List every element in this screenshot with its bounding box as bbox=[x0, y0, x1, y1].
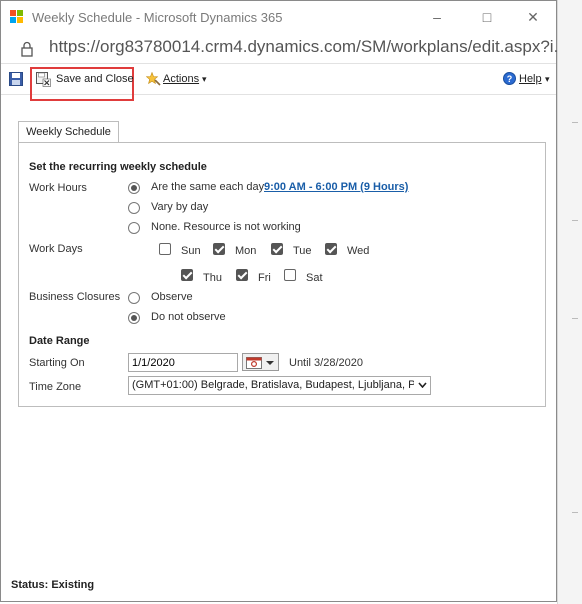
day-label-sat: Sat bbox=[306, 272, 323, 284]
address-bar: https://org83780014.crm4.dynamics.com/SM… bbox=[1, 33, 568, 63]
save-icon[interactable] bbox=[9, 72, 23, 86]
closures-do-not-observe-label: Do not observe bbox=[151, 311, 226, 323]
chevron-down-icon bbox=[418, 382, 427, 388]
help-label: Help bbox=[519, 73, 542, 85]
microsoft-logo-icon bbox=[10, 10, 24, 24]
until-text: Until 3/28/2020 bbox=[289, 357, 363, 369]
starting-on-label: Starting On bbox=[29, 357, 85, 369]
title-bar: Weekly Schedule - Microsoft Dynamics 365… bbox=[1, 1, 556, 33]
day-label-wed: Wed bbox=[347, 245, 370, 257]
day-checkbox-sat[interactable] bbox=[284, 269, 296, 281]
day-label-thu: Thu bbox=[203, 272, 222, 284]
day-checkbox-sun[interactable] bbox=[159, 243, 171, 255]
lock-icon bbox=[21, 41, 33, 57]
minimize-button[interactable]: – bbox=[419, 5, 455, 29]
day-label-fri: Fri bbox=[258, 272, 271, 284]
day-checkbox-tue[interactable] bbox=[271, 243, 283, 255]
svg-text:?: ? bbox=[507, 74, 513, 84]
dialog-window: Weekly Schedule - Microsoft Dynamics 365… bbox=[0, 0, 568, 602]
tab-weekly-schedule[interactable]: Weekly Schedule bbox=[18, 121, 119, 143]
save-close-icon bbox=[36, 72, 51, 87]
date-range-title: Date Range bbox=[29, 335, 90, 347]
maximize-button[interactable]: □ bbox=[469, 5, 505, 29]
actions-icon bbox=[146, 72, 161, 86]
command-bar: Save and Close Actions ▾ ? Help ▾ bbox=[1, 63, 556, 101]
work-hours-vary-label: Vary by day bbox=[151, 201, 209, 213]
work-hours-same-label: Are the same each day bbox=[151, 181, 265, 193]
help-icon: ? bbox=[503, 72, 516, 85]
work-hours-none-radio[interactable] bbox=[128, 222, 140, 234]
work-days-label: Work Days bbox=[29, 243, 83, 255]
calendar-icon bbox=[246, 357, 274, 369]
closures-observe-radio[interactable] bbox=[128, 292, 140, 304]
chevron-down-icon: ▾ bbox=[545, 74, 550, 84]
work-hours-none-label: None. Resource is not working bbox=[151, 221, 301, 233]
closures-do-not-observe-radio[interactable] bbox=[128, 312, 140, 324]
starting-on-input[interactable] bbox=[128, 353, 238, 372]
close-button[interactable]: ✕ bbox=[515, 5, 551, 29]
calendar-picker-button[interactable] bbox=[242, 353, 279, 371]
day-label-tue: Tue bbox=[293, 245, 312, 257]
chevron-down-icon: ▾ bbox=[202, 74, 207, 84]
day-checkbox-thu[interactable] bbox=[181, 269, 193, 281]
url-text[interactable]: https://org83780014.crm4.dynamics.com/SM… bbox=[49, 37, 568, 57]
closures-observe-label: Observe bbox=[151, 291, 193, 303]
window-title: Weekly Schedule - Microsoft Dynamics 365 bbox=[32, 10, 283, 25]
day-label-sun: Sun bbox=[181, 245, 201, 257]
day-label-mon: Mon bbox=[235, 245, 257, 257]
day-checkbox-mon[interactable] bbox=[213, 243, 225, 255]
work-hours-same-radio[interactable] bbox=[128, 182, 140, 194]
background-window-edge bbox=[557, 0, 582, 604]
day-checkbox-wed[interactable] bbox=[325, 243, 337, 255]
section-title: Set the recurring weekly schedule bbox=[29, 161, 207, 173]
work-hours-vary-radio[interactable] bbox=[128, 202, 140, 214]
time-zone-label: Time Zone bbox=[29, 381, 82, 393]
work-hours-label: Work Hours bbox=[29, 182, 87, 194]
work-hours-link[interactable]: 9:00 AM - 6:00 PM (9 Hours) bbox=[264, 181, 408, 193]
actions-label: Actions bbox=[163, 73, 200, 85]
time-zone-select[interactable]: (GMT+01:00) Belgrade, Bratislava, Budape… bbox=[128, 376, 431, 395]
status-text: Status: Existing bbox=[11, 579, 95, 591]
save-and-close-label: Save and Close bbox=[56, 73, 134, 85]
time-zone-value: (GMT+01:00) Belgrade, Bratislava, Budape… bbox=[132, 379, 414, 391]
business-closures-label: Business Closures bbox=[29, 291, 121, 303]
day-checkbox-fri[interactable] bbox=[236, 269, 248, 281]
